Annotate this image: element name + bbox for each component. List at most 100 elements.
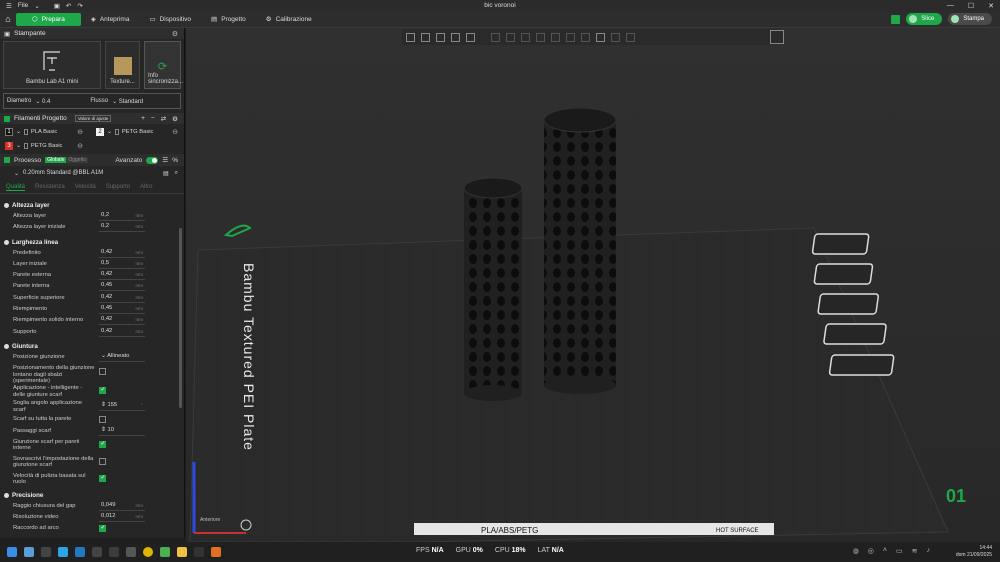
chrome-icon[interactable] — [143, 547, 153, 557]
param-input[interactable]: 0,45 mm — [99, 282, 145, 292]
checkbox[interactable] — [99, 474, 106, 482]
param-row: Raggio chiusura del gap 0,049 mm — [13, 501, 145, 511]
clock[interactable]: 14:44 dom 21/09/2025 — [956, 545, 992, 559]
options-icon[interactable]: ⊖ — [77, 142, 83, 150]
start-icon[interactable] — [7, 547, 17, 557]
tab-progetto[interactable]: ▤ Progetto — [201, 13, 256, 26]
tab-prepara[interactable]: ⬡ Prepara — [16, 12, 81, 26]
tab-dispositivo[interactable]: ▭ Dispositivo — [139, 13, 201, 26]
param-input[interactable]: 0,049 mm — [99, 502, 145, 511]
checkbox[interactable] — [99, 368, 106, 376]
publish-icon[interactable] — [891, 14, 901, 24]
filament-color — [23, 143, 28, 149]
param-input[interactable]: 0,012 mm — [99, 513, 145, 523]
tab-velocita[interactable]: Velocità — [75, 184, 96, 191]
process-preset-select[interactable]: ⌄ 0.20mm Standard @BBL A1M ▤ ⌕ — [0, 166, 184, 180]
gear-icon[interactable]: ⚙ — [172, 115, 178, 123]
object-short-cylinder[interactable] — [463, 177, 523, 401]
tab-supporto[interactable]: Supporto — [106, 184, 130, 191]
close-icon[interactable]: ✕ — [988, 2, 994, 10]
seam-position-select[interactable]: ⌄ Allineato — [99, 353, 145, 362]
file-menu[interactable]: File — [18, 2, 28, 9]
tab-altro[interactable]: Altro — [140, 184, 152, 191]
filament-badge[interactable]: Valore di ajuste — [74, 115, 112, 122]
weather-icon[interactable] — [24, 547, 34, 557]
param-input[interactable]: 0,42 mm — [99, 271, 145, 281]
slice-button[interactable]: Slice — [906, 13, 943, 25]
checkbox[interactable] — [99, 457, 106, 465]
options-icon[interactable]: ⊖ — [172, 128, 178, 136]
checkbox[interactable] — [99, 416, 106, 424]
tab-calibrazione[interactable]: ⚙ Calibrazione — [256, 13, 322, 26]
sync-info-button[interactable]: ⟳ Info sincronizza... — [144, 41, 183, 89]
plate-settings-icon[interactable] — [828, 354, 895, 376]
tray-app-icon[interactable]: ◎ — [868, 547, 874, 555]
param-input[interactable]: 0,42 mm — [99, 328, 145, 337]
tray-app-icon[interactable]: ◍ — [853, 547, 859, 555]
param-input[interactable]: 0,2 mm — [99, 212, 145, 221]
store-icon[interactable] — [109, 547, 119, 557]
delete-plate-icon[interactable] — [811, 233, 870, 255]
param-input[interactable]: 0,42 mm — [99, 249, 145, 258]
tab-resistenza[interactable]: Resistenza — [35, 184, 65, 191]
param-input[interactable]: 0,2 mm — [99, 223, 145, 233]
filament-item[interactable]: 1 ⌄ PLA Basic ⊖ — [5, 128, 83, 136]
volume-icon[interactable]: ♪ — [927, 547, 931, 555]
search-icon[interactable] — [41, 547, 51, 557]
app-icon[interactable] — [160, 547, 170, 557]
browser-icon[interactable] — [58, 547, 68, 557]
lock-plate-icon[interactable] — [823, 323, 887, 345]
vscode-icon[interactable] — [75, 547, 85, 557]
print-button[interactable]: Stampa — [948, 13, 992, 25]
checkbox[interactable] — [99, 386, 106, 395]
arrange-plate-icon[interactable] — [817, 293, 879, 315]
compare-icon[interactable]: % — [172, 157, 178, 164]
filament-item[interactable]: 2 ⌄ PETG Basic ⊖ — [96, 128, 178, 136]
checkbox[interactable] — [99, 524, 106, 533]
object-tall-cylinder[interactable] — [543, 107, 617, 394]
tab-anteprima[interactable]: ◈ Anteprima — [81, 13, 140, 26]
scope-switch[interactable]: Globale Oggetto — [45, 157, 89, 163]
minimize-icon[interactable]: — — [947, 2, 954, 9]
filament-item[interactable]: 3 ⌄ PETG Basic ⊖ — [5, 142, 83, 150]
media-icon[interactable] — [194, 547, 204, 557]
param-input[interactable]: 0,45 mm — [99, 305, 145, 315]
plate-selector[interactable]: Texture... — [105, 41, 140, 89]
param-input[interactable]: 0,5 mm — [99, 260, 145, 269]
param-input[interactable]: ⇕ 10 — [99, 427, 145, 436]
orient-plate-icon[interactable] — [813, 263, 874, 285]
flow-select[interactable]: ⌄ Standard — [112, 98, 143, 105]
gear-icon[interactable]: ⚙ — [172, 30, 178, 38]
display-icon[interactable]: ▭ — [896, 547, 903, 555]
tab-qualita[interactable]: Qualità — [6, 184, 26, 191]
hamburger-icon[interactable]: ☰ — [6, 2, 12, 10]
3d-viewport[interactable]: Bambu Textured PEI Plate 01 PLA/ABS/PETG… — [186, 28, 1000, 542]
param-input[interactable]: 0,42 mm — [99, 316, 145, 326]
list-icon[interactable]: ☰ — [162, 156, 168, 164]
chevron-down-icon[interactable]: ⌄ — [34, 2, 39, 10]
maximize-icon[interactable]: ☐ — [968, 2, 974, 10]
options-icon[interactable]: ⊖ — [77, 128, 83, 136]
explorer-icon[interactable] — [177, 547, 187, 557]
chevron-up-icon[interactable]: ˄ — [883, 547, 887, 555]
redo-icon[interactable]: ↷ — [77, 2, 82, 10]
wifi-icon[interactable]: ≋ — [912, 547, 918, 555]
add-icon[interactable]: + — [141, 115, 145, 123]
printer-selector[interactable]: Bambu Lab A1 mini — [3, 41, 101, 89]
bambu-studio-icon[interactable] — [211, 547, 221, 557]
save-preset-icon[interactable]: ▤ — [163, 170, 169, 177]
diameter-select[interactable]: ⌄ 0.4 — [35, 98, 50, 105]
undo-icon[interactable]: ↶ — [66, 2, 71, 10]
sync-icon[interactable]: ⇄ — [161, 115, 166, 123]
checkbox[interactable] — [99, 440, 106, 448]
home-icon[interactable]: ⌂ — [0, 11, 16, 28]
advanced-toggle[interactable] — [146, 156, 159, 164]
terminal-icon[interactable] — [92, 547, 102, 557]
remove-icon[interactable]: − — [151, 115, 155, 123]
save-icon[interactable]: ▣ — [54, 2, 60, 10]
param-input[interactable]: ⇕ 155 ° — [99, 402, 145, 412]
sidebar-scrollbar[interactable] — [179, 228, 182, 408]
search-icon[interactable]: ⌕ — [175, 170, 178, 177]
param-input[interactable]: 0,42 mm — [99, 294, 145, 303]
files-icon[interactable] — [126, 547, 136, 557]
